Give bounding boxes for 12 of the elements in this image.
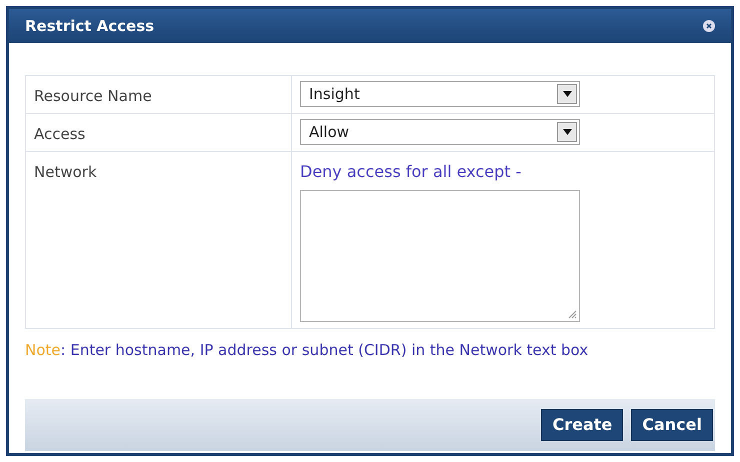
select-dropdown[interactable]: Allow: [300, 119, 580, 145]
field-label: Access: [34, 125, 86, 143]
dialog-button[interactable]: Cancel: [631, 409, 713, 441]
field-label: Resource Name: [34, 87, 152, 105]
network-hint: Deny access for all except -: [300, 161, 522, 183]
select-dropdown[interactable]: Insight: [300, 81, 580, 107]
note-text: Note: Enter hostname, IP address or subnet (CIDR) in the Network text box: [25, 340, 590, 361]
window-title: Restrict Access: [25, 16, 154, 37]
dialog-button[interactable]: Create: [541, 409, 624, 441]
resize-grip-icon: [568, 310, 577, 319]
field-label: Network: [34, 163, 97, 181]
close-icon[interactable]: [703, 20, 715, 32]
